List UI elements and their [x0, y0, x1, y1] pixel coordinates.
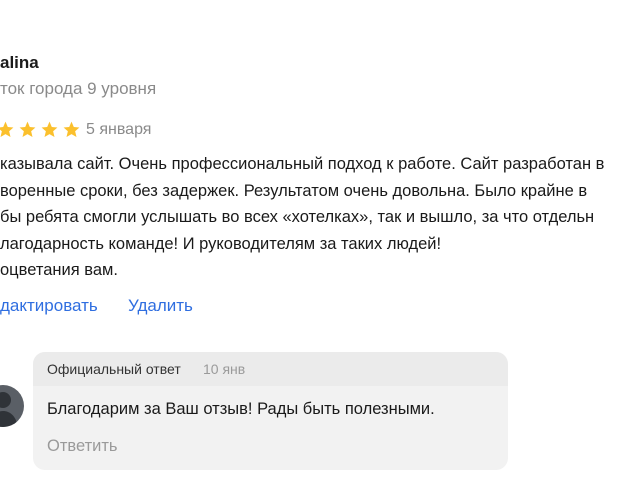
avatar-silhouette-icon [0, 392, 18, 427]
review-text-line: оцветания вам. [0, 261, 118, 279]
review-text-line: казывала сайт. Очень профессиональный по… [0, 155, 605, 173]
avatar [0, 385, 24, 427]
review-text: казывала сайт. Очень профессиональный по… [0, 151, 604, 284]
review-text-line: воренные сроки, без задержек. Результато… [0, 181, 588, 200]
star-icon [41, 121, 58, 138]
review-author-name[interactable]: alina [0, 53, 39, 73]
star-icon [63, 121, 80, 138]
official-reply-date: 10 янв [203, 361, 246, 377]
official-reply-header: Официальный ответ 10 янв [33, 352, 508, 386]
delete-review-link[interactable]: Удалить [128, 296, 193, 316]
official-reply-text: Благодарим за Ваш отзыв! Рады быть полез… [47, 400, 435, 418]
rating-stars [0, 120, 81, 139]
review-date: 5 января [86, 121, 152, 138]
star-icon [0, 121, 14, 138]
star-icon [19, 121, 36, 138]
review-text-line: лагодарность команде! И руководителям за… [0, 234, 442, 253]
review-text-line: бы ребята смогли услышать во всех «хотел… [0, 208, 595, 226]
official-reply-card: Официальный ответ 10 янв Благодарим за В… [33, 352, 508, 470]
edit-review-link[interactable]: дактировать [0, 296, 98, 316]
reply-button[interactable]: Ответить [47, 437, 118, 456]
official-reply-label: Официальный ответ [47, 361, 181, 377]
author-level: ток города 9 уровня [0, 79, 157, 98]
